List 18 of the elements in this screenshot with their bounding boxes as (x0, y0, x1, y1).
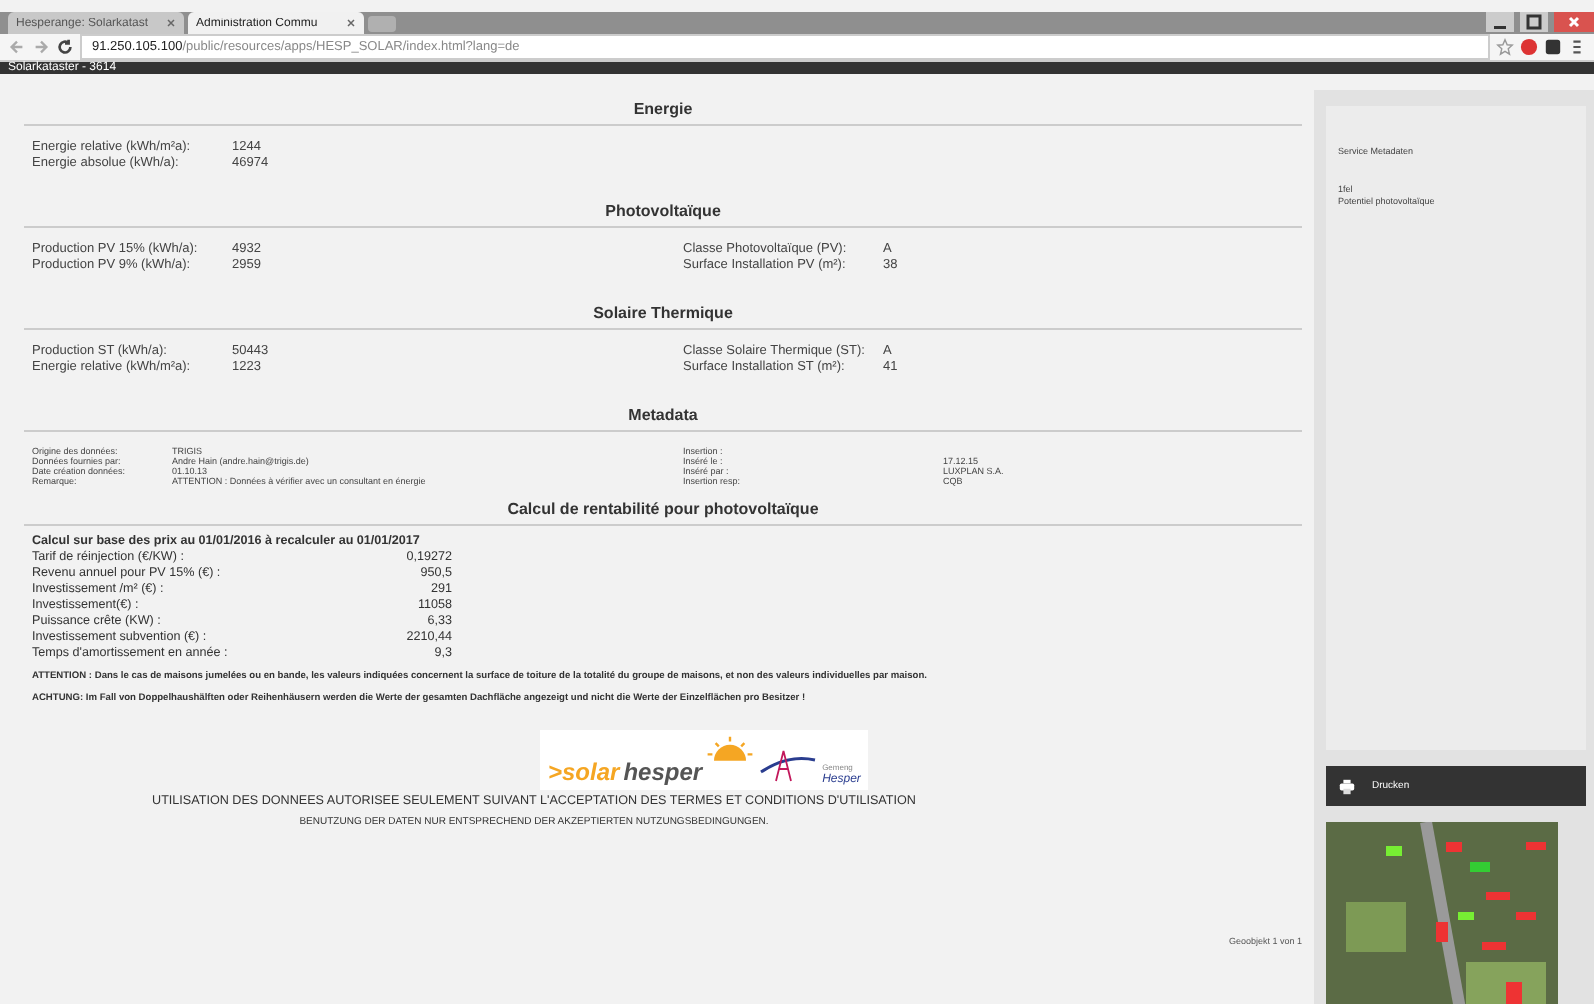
section-heading: Photovoltaïque (24, 192, 1302, 228)
menu-icon[interactable] (1568, 38, 1586, 56)
close-icon[interactable] (1554, 12, 1594, 32)
close-icon[interactable] (346, 18, 356, 28)
reload-icon[interactable] (56, 38, 74, 56)
section-heading: Solaire Thermique (24, 294, 1302, 330)
printer-icon (1338, 777, 1356, 795)
bridge-logo-icon (758, 746, 819, 786)
section-heading: Energie (24, 90, 1302, 126)
section-heading: Calcul de rentabilité pour photovoltaïque (24, 490, 1302, 526)
maximize-icon[interactable] (1520, 12, 1548, 32)
minimize-icon[interactable] (1486, 12, 1514, 32)
section-heading: Metadata (24, 396, 1302, 432)
close-icon[interactable] (166, 18, 176, 28)
star-icon[interactable] (1496, 38, 1514, 56)
sun-icon (706, 734, 755, 762)
logo-text: hesper (623, 758, 703, 786)
logo-text: >solar (548, 758, 620, 786)
